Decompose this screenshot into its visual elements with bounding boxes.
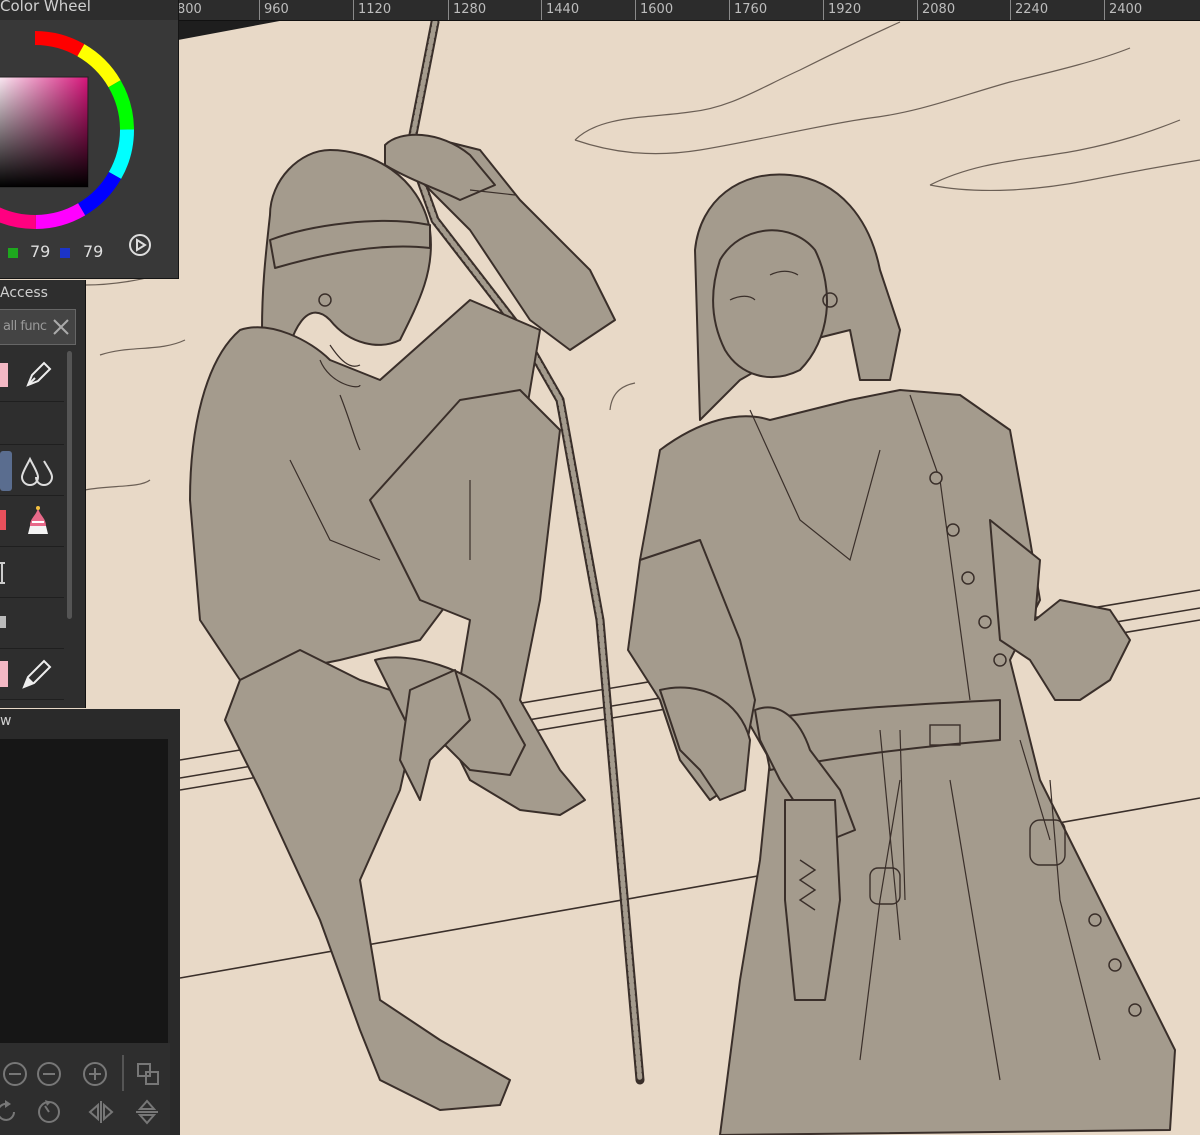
color-wheel-panel: Color Wheel 79 79 [0,0,179,279]
search-input[interactable]: all func [0,309,76,345]
drawing-canvas[interactable] [0,0,1200,1135]
zoom-in-icon[interactable] [82,1061,108,1087]
blue-channel-swatch [60,248,70,258]
hue-ring[interactable] [0,22,142,236]
zoom-out-icon[interactable] [2,1061,28,1087]
ruler-label: 1440 [541,0,579,20]
pen-icon[interactable] [22,359,54,391]
quick-access-row[interactable] [0,598,64,649]
water-drop-icon[interactable] [20,455,54,487]
flip-horizontal-icon[interactable] [88,1099,114,1125]
ruler-label: 1760 [729,0,767,20]
spacer-icon [0,562,5,584]
ruler-label: 1920 [823,0,861,20]
ruler-label: 1280 [448,0,486,20]
green-channel-swatch [8,248,18,258]
rotate-icon[interactable] [0,1099,20,1125]
ruler-label: 2400 [1104,0,1142,20]
color-wheel-title: Color Wheel [0,0,91,15]
close-icon[interactable] [51,316,71,338]
reset-rotation-icon[interactable] [36,1099,62,1125]
fit-screen-icon[interactable] [135,1061,161,1087]
navigator-panel: w [0,709,180,1135]
brush-icon[interactable] [20,657,54,691]
horizontal-ruler: 800 960 1120 1280 1440 1600 1760 1920 20… [178,0,1200,21]
quick-access-row[interactable] [0,402,64,445]
navigator-toolbar [0,1043,170,1135]
zoom-out-icon[interactable] [36,1061,62,1087]
play-icon[interactable] [128,233,152,257]
flip-vertical-icon[interactable] [134,1099,160,1125]
ruler-label: 1120 [353,0,391,20]
ruler-label: 2240 [1010,0,1048,20]
search-placeholder: all func [3,319,47,334]
ruler-label: 2080 [917,0,955,20]
ruler-label: 960 [259,0,289,20]
blue-value: 79 [83,242,104,261]
sketch-artwork [84,17,1200,1135]
divider [122,1055,124,1091]
quick-access-title: Access [0,285,48,301]
quick-access-row[interactable] [0,496,64,547]
ruler-label: 1600 [635,0,673,20]
ruler-label: 800 [178,0,202,20]
quick-access-row[interactable] [0,351,64,402]
quick-access-row[interactable] [0,649,64,700]
scrollbar[interactable] [67,351,72,619]
navigator-preview[interactable] [0,739,168,1043]
cake-icon[interactable] [22,504,54,538]
quick-access-panel: Access all func [0,280,86,708]
navigator-title: w [0,713,12,729]
quick-access-row[interactable] [0,547,64,598]
quick-access-row[interactable] [0,445,64,496]
green-value: 79 [30,242,51,261]
